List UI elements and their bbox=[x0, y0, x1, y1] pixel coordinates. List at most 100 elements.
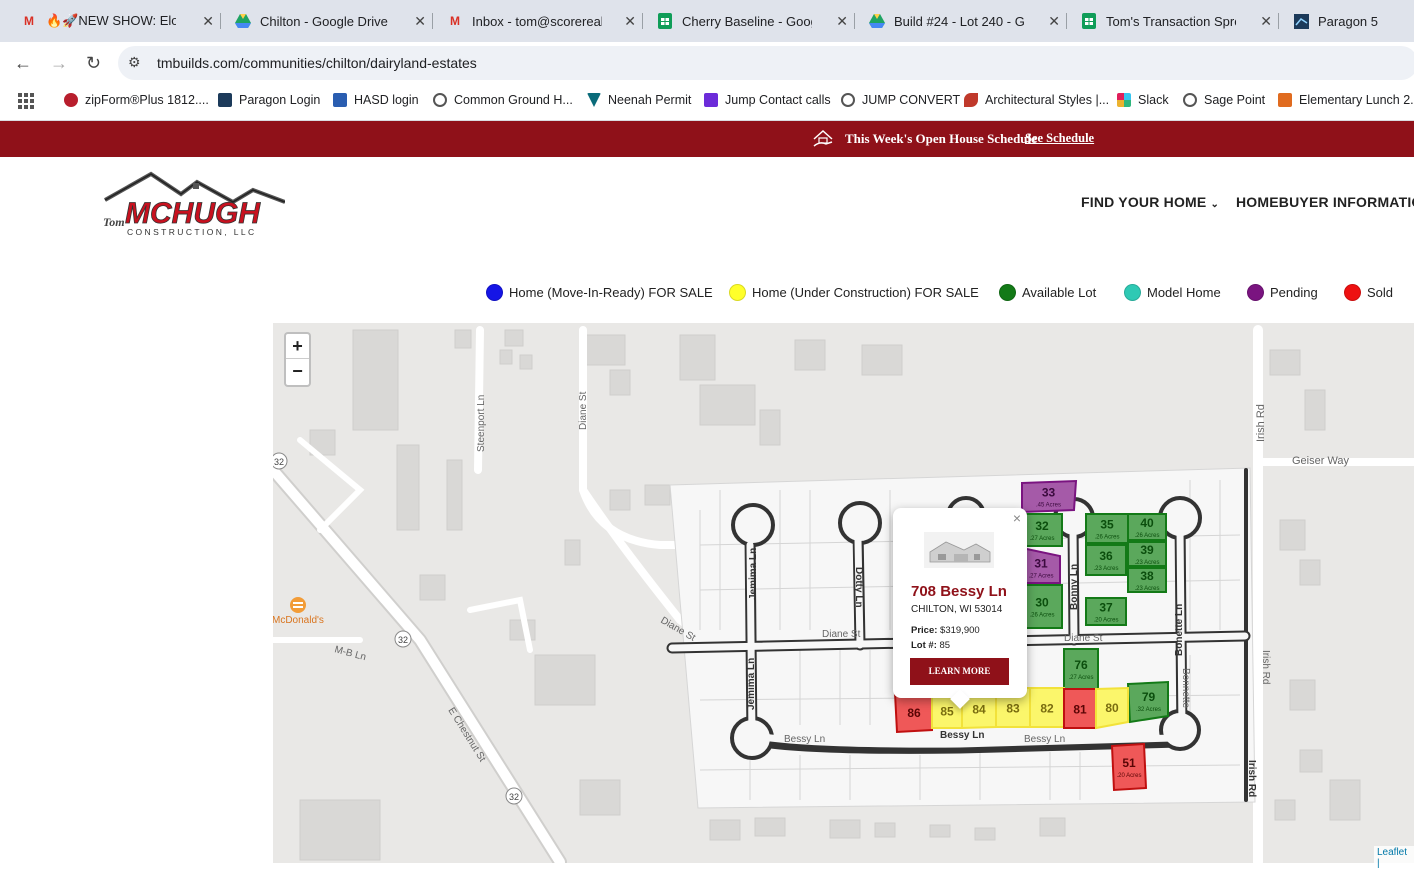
bookmark-label: zipForm®Plus 1812.... bbox=[85, 93, 209, 107]
leaflet-attribution[interactable]: Leaflet | bbox=[1374, 846, 1414, 870]
tab-label: Build #24 - Lot 240 - Goog bbox=[894, 13, 1024, 29]
logo-script-text: Tom bbox=[103, 215, 125, 229]
lot-81[interactable]: 81 bbox=[1063, 688, 1097, 729]
homebuyer-information-menu[interactable]: HOMEBUYER INFORMATION bbox=[1236, 194, 1414, 210]
reload-icon[interactable]: ↻ bbox=[86, 53, 101, 74]
browser-tab-bar: M 🔥🚀NEW SHOW: Elon M ✕ Chilton - Google … bbox=[0, 0, 1414, 42]
legend-move-in-ready: Home (Move-In-Ready) FOR SALE bbox=[486, 284, 713, 301]
legend-available-lot: Available Lot bbox=[999, 284, 1096, 301]
url-text[interactable]: tmbuilds.com/communities/chilton/dairyla… bbox=[157, 55, 477, 71]
popup-city: CHILTON, WI 53014 bbox=[911, 604, 1003, 615]
lot-acres: .27 Acres bbox=[1068, 675, 1093, 681]
find-your-home-menu[interactable]: FIND YOUR HOME ⌄ bbox=[1081, 194, 1219, 210]
lot-number: 40 bbox=[1140, 516, 1154, 530]
route-32-label: 32 bbox=[274, 457, 284, 467]
street-label: Irish Rd bbox=[1260, 650, 1271, 684]
legend-label: Sold bbox=[1367, 285, 1394, 300]
legend-pending: Pending bbox=[1247, 284, 1318, 301]
close-icon[interactable]: × bbox=[1013, 510, 1021, 526]
close-icon[interactable]: ✕ bbox=[1048, 13, 1060, 30]
lot-acres: .26 Acres bbox=[1134, 533, 1159, 539]
zoom-in-button[interactable]: + bbox=[286, 334, 309, 359]
lot-36[interactable]: 36 .23 Acres bbox=[1085, 544, 1127, 576]
lot-33[interactable]: 33 .45 Acres bbox=[1021, 479, 1078, 514]
bookmark-sage-point[interactable]: Sage Point bbox=[1183, 93, 1265, 107]
map-canvas[interactable]: Steenport Ln Diane St Irish Rd Geiser Wa… bbox=[273, 323, 1414, 863]
globe-icon bbox=[1183, 93, 1197, 107]
close-icon[interactable]: ✕ bbox=[1260, 13, 1272, 30]
hasd-icon bbox=[333, 93, 347, 107]
legend-sold: Sold bbox=[1344, 284, 1393, 301]
lot-acres: .20 Acres bbox=[1116, 773, 1141, 779]
lot-86[interactable]: 86 bbox=[893, 692, 933, 734]
bookmark-label: Elementary Lunch 2... bbox=[1299, 93, 1414, 107]
street-label: Bessy Ln bbox=[784, 734, 825, 745]
back-icon[interactable]: ← bbox=[14, 53, 32, 74]
lot-38[interactable]: 38 .23 Acres bbox=[1127, 567, 1167, 593]
bookmark-zipform[interactable]: zipForm®Plus 1812.... bbox=[64, 93, 209, 107]
street-label: Bessy Ln bbox=[940, 730, 984, 741]
lot-acres: .27 Acres bbox=[1028, 574, 1053, 580]
tab-paragon[interactable]: Paragon 5 bbox=[1278, 6, 1414, 36]
lot-map[interactable]: Steenport Ln Diane St Irish Rd Geiser Wa… bbox=[273, 323, 1414, 863]
tab-elon-show[interactable]: M 🔥🚀NEW SHOW: Elon M ✕ bbox=[6, 6, 221, 36]
lot-82[interactable]: 82 bbox=[1029, 687, 1065, 728]
lot-80[interactable]: 80 bbox=[1095, 686, 1129, 730]
lot-37[interactable]: 37 .20 Acres bbox=[1085, 597, 1127, 626]
lot-number: 82 bbox=[1040, 702, 1054, 716]
lot-number: 39 bbox=[1140, 543, 1154, 557]
tab-inbox[interactable]: M Inbox - tom@scorerealtyg ✕ bbox=[432, 6, 643, 36]
lot-30[interactable]: 30 .26 Acres bbox=[1021, 584, 1063, 629]
close-icon[interactable]: ✕ bbox=[624, 13, 636, 30]
lot-35[interactable]: 35 .26 Acres bbox=[1085, 513, 1129, 544]
sheets-icon bbox=[656, 13, 674, 29]
bookmark-hasd-login[interactable]: HASD login bbox=[333, 93, 419, 107]
lot-40[interactable]: 40 .26 Acres bbox=[1127, 513, 1167, 541]
site-info-icon[interactable]: ⚙ bbox=[128, 54, 141, 71]
street-label: Diane St bbox=[1064, 633, 1103, 644]
lot-76[interactable]: 76 .27 Acres bbox=[1063, 648, 1099, 690]
lot-number: 32 bbox=[1035, 519, 1049, 533]
bookmark-common-ground[interactable]: Common Ground H... bbox=[433, 93, 573, 107]
mcdonalds-poi[interactable]: McDonald's bbox=[273, 597, 324, 626]
bookmark-jump-convert[interactable]: JUMP CONVERT bbox=[841, 93, 960, 107]
popup-address: 708 Bessy Ln bbox=[911, 583, 1007, 600]
lot-number: 79 bbox=[1142, 690, 1156, 704]
lot-39[interactable]: 39 .23 Acres bbox=[1127, 541, 1167, 567]
tab-cherry-baseline[interactable]: Cherry Baseline - Google S ✕ bbox=[642, 6, 855, 36]
close-icon[interactable]: ✕ bbox=[836, 13, 848, 30]
apps-grid-icon[interactable] bbox=[18, 93, 34, 109]
lot-number: 37 bbox=[1099, 601, 1113, 615]
bookmarks-bar: zipForm®Plus 1812.... Paragon Login HASD… bbox=[0, 84, 1414, 121]
lot-51[interactable]: 51 .20 Acres bbox=[1110, 742, 1148, 792]
forward-icon[interactable]: → bbox=[50, 53, 68, 74]
street-label: Bonny Ln bbox=[1069, 564, 1080, 610]
learn-more-button[interactable]: LEARN MORE bbox=[910, 658, 1009, 685]
zoom-out-button[interactable]: − bbox=[286, 359, 309, 384]
street-label: Bonette Ln bbox=[1174, 604, 1185, 656]
teal-dot-icon bbox=[1124, 284, 1141, 301]
see-schedule-link[interactable]: See Schedule bbox=[1025, 131, 1094, 146]
street-label: Bessy Ln bbox=[1024, 734, 1065, 745]
lot-number: 51 bbox=[1122, 756, 1136, 770]
bookmark-label: Sage Point bbox=[1204, 93, 1266, 107]
mchugh-logo[interactable]: MCHUGH Tom CONSTRUCTION, LLC bbox=[103, 168, 285, 238]
tab-transaction-spreadsheet[interactable]: Tom's Transaction Spreads ✕ bbox=[1066, 6, 1279, 36]
price-label: Price: bbox=[911, 625, 938, 636]
lot-79[interactable]: 79 .32 Acres bbox=[1126, 680, 1169, 724]
url-bar[interactable]: ⚙ tmbuilds.com/communities/chilton/dairy… bbox=[118, 46, 1414, 80]
zipform-icon bbox=[64, 93, 78, 107]
bookmark-paragon-login[interactable]: Paragon Login bbox=[218, 93, 320, 107]
close-icon[interactable]: ✕ bbox=[202, 13, 214, 30]
bookmark-slack[interactable]: Slack bbox=[1117, 93, 1169, 107]
bookmark-architectural-styles[interactable]: Architectural Styles |... bbox=[964, 93, 1109, 107]
bookmark-elementary-lunch[interactable]: Elementary Lunch 2... bbox=[1278, 93, 1414, 107]
close-icon[interactable]: ✕ bbox=[414, 13, 426, 30]
tab-chilton-drive[interactable]: Chilton - Google Drive ✕ bbox=[220, 6, 433, 36]
bookmark-label: JUMP CONVERT bbox=[862, 93, 961, 107]
lot-acres: .45 Acres bbox=[1036, 503, 1061, 509]
tab-build-24[interactable]: Build #24 - Lot 240 - Goog ✕ bbox=[854, 6, 1067, 36]
lot-32[interactable]: 32 .27 Acres bbox=[1021, 513, 1063, 547]
bookmark-neenah-permit[interactable]: Neenah Permit bbox=[587, 93, 691, 107]
bookmark-jump-contact[interactable]: Jump Contact calls bbox=[704, 93, 831, 107]
